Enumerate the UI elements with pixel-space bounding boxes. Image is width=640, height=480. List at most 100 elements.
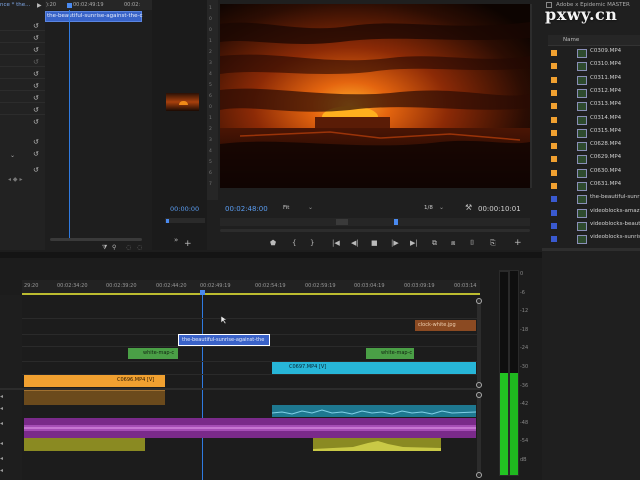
label-color-swatch[interactable] (551, 89, 557, 96)
program-zoom-bar[interactable] (220, 229, 530, 232)
reset-icon[interactable]: ↺ (33, 166, 39, 174)
clip-white-map-1[interactable]: white-map-c (128, 348, 178, 359)
source-play-icon[interactable]: ▶ (37, 2, 42, 9)
program-timecode[interactable]: 00:02:48:00 (225, 205, 268, 213)
track-target-icon[interactable]: ◂ (0, 440, 3, 447)
scroll-handle-icon[interactable] (476, 472, 482, 478)
program-scrub-bar[interactable] (220, 218, 530, 226)
extract-icon[interactable]: ⧈ (451, 239, 455, 248)
clip-sunrise[interactable]: the-beautiful-sunrise-against-the (178, 334, 270, 346)
track-target-icon[interactable]: ◂ (0, 467, 3, 474)
stop-icon[interactable]: ■ (371, 239, 378, 247)
project-item[interactable]: C0630.MP4 (548, 167, 640, 180)
scroll-handle-icon[interactable] (476, 382, 482, 388)
label-color-swatch[interactable] (551, 50, 557, 56)
project-item[interactable]: C0314.MP4 (548, 114, 640, 127)
reset-icon[interactable]: ↺ (33, 70, 39, 78)
step-back-icon[interactable]: ◀| (351, 239, 359, 247)
source-scrub-bar[interactable] (165, 218, 205, 223)
track-target-icon[interactable]: ◂ (0, 420, 3, 427)
timeline-vscroll-top[interactable] (477, 298, 481, 388)
label-color-swatch[interactable] (551, 183, 557, 189)
add-icon[interactable]: + (184, 239, 192, 249)
label-color-swatch[interactable] (551, 222, 557, 229)
go-to-in-icon[interactable]: |◀ (332, 239, 340, 247)
timeline-work-area[interactable] (22, 293, 480, 295)
overflow-chevron-icon[interactable]: » (174, 236, 178, 244)
wrench-icon[interactable]: ⚒ (465, 203, 472, 212)
source-scrub-handle[interactable] (166, 219, 169, 223)
track-target-icon[interactable]: ◂ (0, 455, 3, 462)
export-frame-icon[interactable]: ⌷ (470, 239, 474, 248)
out-point-icon[interactable]: } (310, 239, 314, 247)
audio-clip-yellow-1[interactable] (24, 438, 145, 451)
settings-icon[interactable]: ◌ (126, 244, 131, 251)
project-item[interactable]: C0315.MP4 (548, 127, 640, 140)
source-scrollbar[interactable] (50, 238, 142, 241)
project-item[interactable]: C0311.MP4 (548, 74, 640, 87)
marker-icon[interactable]: ⬟ (270, 239, 276, 247)
project-column-header[interactable] (548, 35, 640, 46)
resolution-dropdown[interactable]: 1/8 ⌄ (424, 204, 450, 213)
clip-clock-white[interactable]: clock-white.jpg (415, 320, 476, 331)
scroll-handle-icon[interactable] (476, 298, 482, 304)
label-color-swatch[interactable] (551, 156, 557, 163)
label-color-swatch[interactable] (551, 236, 557, 243)
play-icon[interactable]: |▶ (391, 239, 399, 247)
project-item[interactable]: C0312.MP4 (548, 87, 640, 100)
project-item[interactable]: C0313.MP4 (548, 100, 640, 113)
timeline-vscroll-bottom[interactable] (477, 392, 481, 476)
label-color-swatch[interactable] (551, 129, 557, 136)
keyframe-nav-icon[interactable]: ◂ ◆ ▸ (8, 176, 22, 183)
label-color-swatch[interactable] (551, 169, 557, 176)
label-color-swatch[interactable] (551, 63, 557, 70)
project-item[interactable]: the-beautiful-sunri (548, 193, 640, 206)
reset-icon[interactable]: ↺ (33, 150, 39, 158)
reset-icon[interactable]: ↺ (33, 106, 39, 114)
project-item[interactable]: C0629.MP4 (548, 153, 640, 166)
project-item[interactable]: videoblocks-amaz (548, 207, 640, 220)
lift-icon[interactable]: ⧉ (432, 239, 437, 248)
label-color-swatch[interactable] (551, 116, 557, 123)
project-scrollbar[interactable] (542, 248, 640, 251)
chevron-down-icon[interactable]: ⌄ (10, 152, 15, 159)
step-forward-icon[interactable]: ▶| (410, 239, 418, 247)
audio-clip-orange[interactable] (24, 390, 165, 405)
label-color-swatch[interactable] (551, 76, 557, 83)
filter-icon[interactable]: ⧩ (102, 244, 107, 252)
reset-icon[interactable]: ↺ (33, 34, 39, 42)
project-item[interactable]: videoblocks-sunris (548, 233, 640, 246)
source-timecode[interactable]: 00:00:00 (170, 205, 199, 213)
wrench-icon[interactable]: ⚲ (112, 244, 116, 251)
track-target-icon[interactable]: ◂ (0, 393, 3, 400)
source-playhead-icon[interactable] (67, 3, 72, 8)
label-color-swatch[interactable] (551, 209, 557, 216)
project-item[interactable]: C0310.MP4 (548, 60, 640, 73)
add-icon[interactable]: + (514, 238, 522, 248)
project-item[interactable]: C0628.MP4 (548, 140, 640, 153)
scroll-handle-icon[interactable] (476, 392, 482, 398)
clip-white-map-2[interactable]: white-map-c (366, 348, 414, 359)
reset-icon[interactable]: ↺ (33, 94, 39, 102)
insert-icon[interactable]: ⎘ (490, 239, 496, 248)
fit-dropdown[interactable]: Fit ⌄ (283, 204, 317, 213)
program-scroll-bar[interactable] (530, 4, 532, 188)
in-point-icon[interactable]: { (292, 239, 296, 247)
reset-icon[interactable]: ↺ (33, 46, 39, 54)
project-item[interactable]: videoblocks-beaut (548, 220, 640, 233)
effect-controls-tab[interactable]: nce * the... (0, 2, 30, 8)
reset-icon[interactable]: ↺ (33, 138, 39, 146)
clip-c0696[interactable]: C0696.MP4 [V] (24, 375, 165, 387)
project-item[interactable]: C0631.MP4 (548, 180, 640, 193)
reset-icon[interactable]: ↺ (33, 82, 39, 90)
project-item[interactable]: C0309.MP4 (548, 47, 640, 60)
label-color-swatch[interactable] (551, 143, 557, 150)
reset-icon[interactable]: ↺ (33, 58, 39, 66)
record-icon[interactable]: ◌ (137, 244, 142, 251)
track-target-icon[interactable]: ◂ (0, 405, 3, 412)
clip-c0697[interactable]: C0697.MP4 [V] (272, 362, 476, 374)
reset-icon[interactable]: ↺ (33, 118, 39, 126)
reset-icon[interactable]: ↺ (33, 22, 39, 30)
label-color-swatch[interactable] (551, 196, 557, 203)
program-playhead-handle[interactable] (394, 219, 398, 225)
